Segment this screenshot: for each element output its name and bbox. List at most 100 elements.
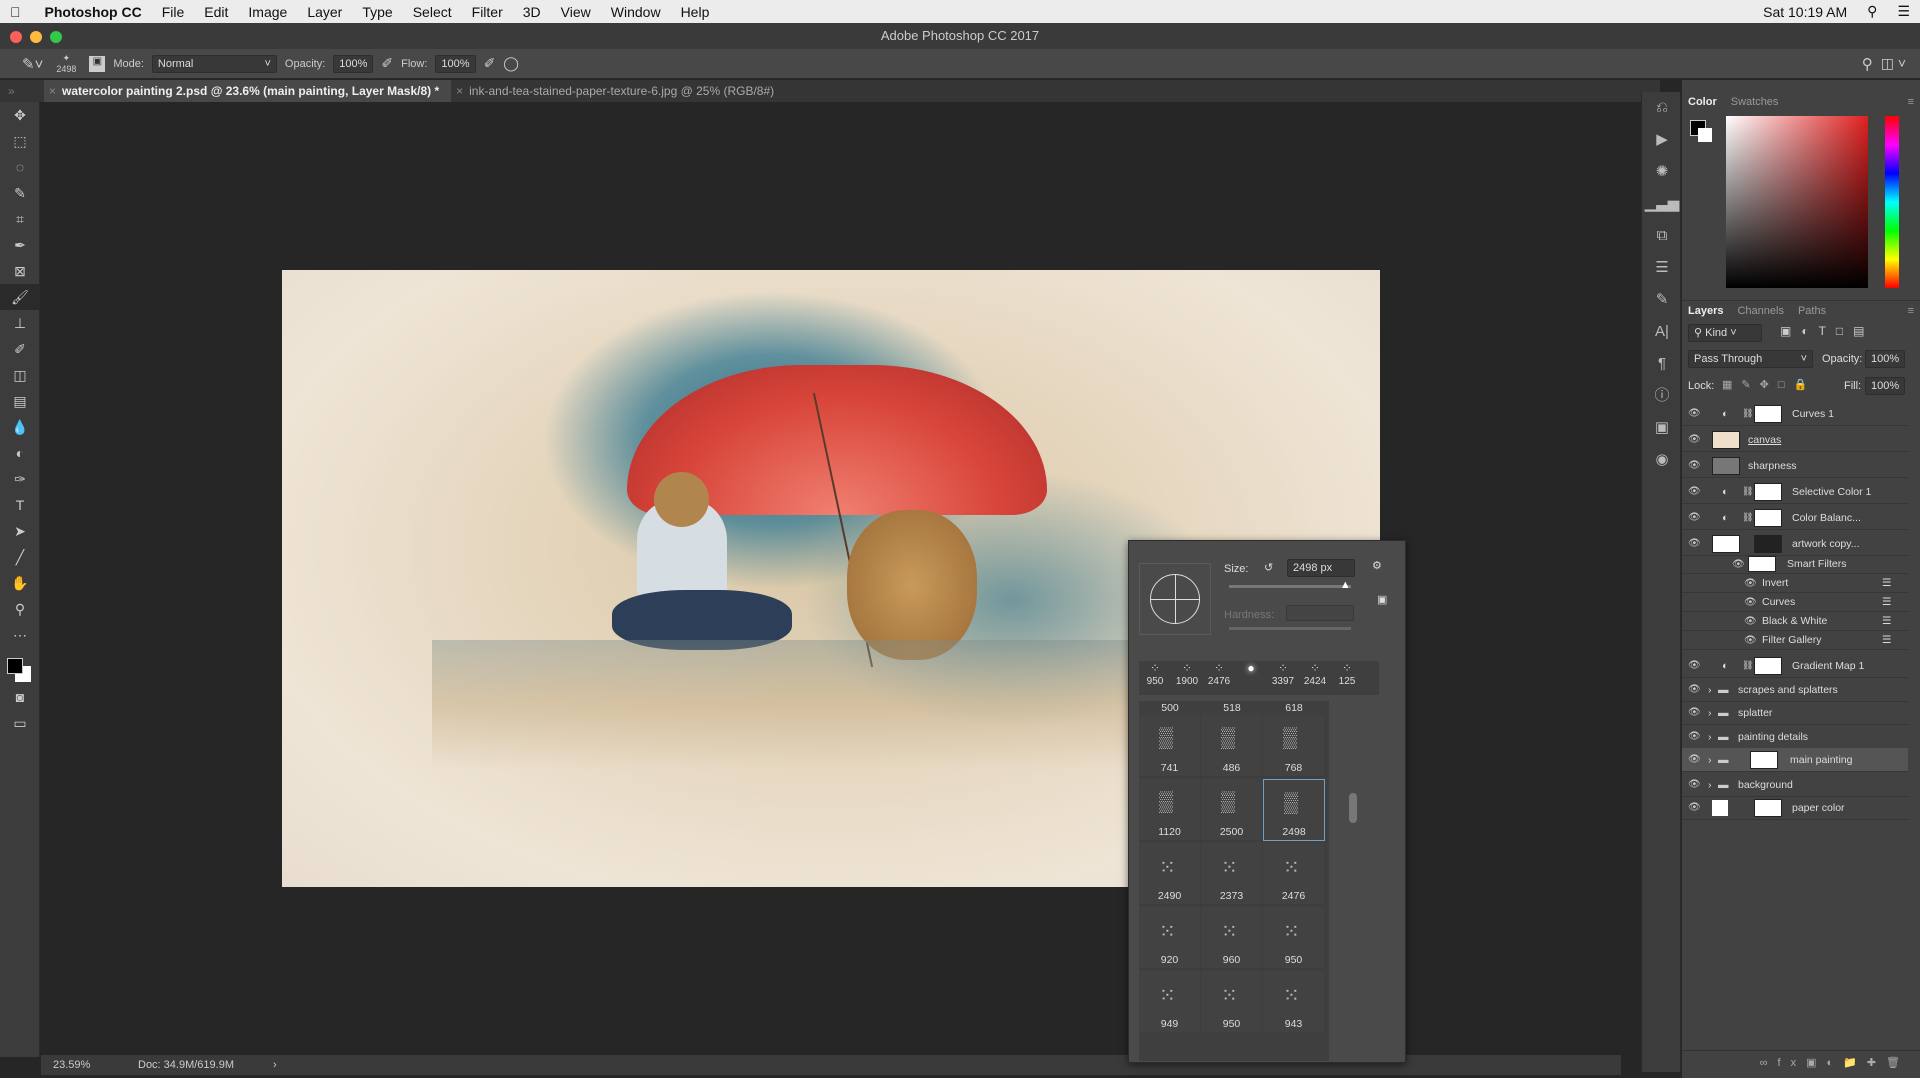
zoom-level[interactable]: 23.59%	[53, 1055, 90, 1075]
brush-preset[interactable]: ⁙ 943	[1263, 971, 1325, 1033]
brush-preset[interactable]: ⁙ 2490	[1139, 843, 1201, 905]
document-tab[interactable]: × ink-and-tea-stained-paper-texture-6.jpg…	[451, 80, 786, 102]
expand-chevron-icon[interactable]: ›	[1708, 731, 1712, 743]
recent-brush[interactable]: ●	[1235, 661, 1267, 695]
crop-tool-icon[interactable]: ⌗	[0, 206, 40, 232]
visibility-eye-icon[interactable]: 👁	[1688, 731, 1702, 742]
brush-preset[interactable]: ▒ 741	[1139, 715, 1201, 777]
brush-preset[interactable]: ⁙ 949	[1139, 971, 1201, 1033]
new-preset-icon[interactable]: ▣	[1377, 593, 1387, 606]
size-input[interactable]: 2498 px	[1287, 559, 1355, 577]
layer-row[interactable]: 👁 canvas	[1682, 428, 1908, 452]
recent-brush[interactable]: ⁘ 125	[1331, 661, 1363, 695]
search-icon[interactable]: ⚲	[1862, 55, 1873, 73]
color-fill-swatch[interactable]	[1712, 800, 1728, 816]
layer-row[interactable]: 👁 artwork copy...	[1682, 532, 1908, 556]
layer-row[interactable]: 👁 ☰ Curves	[1682, 593, 1908, 612]
visibility-eye-icon[interactable]: 👁	[1688, 512, 1702, 523]
layers-tab-layers[interactable]: Layers	[1688, 301, 1723, 320]
history-icon[interactable]: ⎌	[1642, 92, 1682, 124]
layer-row[interactable]: 👁 ☰ Invert	[1682, 574, 1908, 593]
layer-mask-thumbnail[interactable]	[1754, 483, 1782, 501]
layer-row[interactable]: 👁 ◐ ⛓ Color Balanc...	[1682, 506, 1908, 530]
panel-menu-icon[interactable]: ≡	[1908, 301, 1914, 320]
filter-mask-thumbnail[interactable]	[1748, 556, 1776, 572]
close-window-button[interactable]	[10, 31, 22, 43]
visibility-eye-icon[interactable]: 👁	[1744, 635, 1758, 646]
color-tab-swatches[interactable]: Swatches	[1731, 92, 1779, 112]
filter-options-icon[interactable]: ☰	[1882, 634, 1891, 646]
menu-select[interactable]: Select	[403, 4, 462, 20]
layer-row[interactable]: 👁 › ▬ painting details	[1682, 725, 1908, 749]
filter-options-icon[interactable]: ☰	[1882, 596, 1891, 608]
brush-preset[interactable]: ▒ 2498	[1263, 779, 1325, 841]
layer-actions-bar[interactable]: ∞fx▣◐📁✚🗑	[1682, 1050, 1920, 1074]
visibility-eye-icon[interactable]: 👁	[1688, 460, 1702, 471]
layer-mask-thumbnail[interactable]	[1754, 799, 1782, 817]
recent-brush[interactable]: ⁘ 3397	[1267, 661, 1299, 695]
menu-image[interactable]: Image	[238, 4, 297, 20]
blend-mode-select[interactable]: Pass Through ˅	[1688, 350, 1813, 368]
type-tool-icon[interactable]: T	[0, 492, 40, 518]
brush-grid-scrollbar[interactable]	[1349, 793, 1357, 823]
brush-angle-preview[interactable]	[1139, 563, 1211, 635]
visibility-eye-icon[interactable]: 👁	[1688, 408, 1702, 419]
visibility-eye-icon[interactable]: 👁	[1688, 754, 1702, 765]
hue-slider[interactable]	[1885, 116, 1899, 288]
app-menu[interactable]: Photoshop CC	[31, 4, 152, 20]
layer-row[interactable]: 👁 › ▬ scrapes and splatters	[1682, 678, 1908, 702]
brush-preset[interactable]: ⁙ 2476	[1263, 843, 1325, 905]
layer-thumbnail[interactable]	[1712, 457, 1740, 475]
menu-3d[interactable]: 3D	[513, 4, 551, 20]
layer-row[interactable]: 👁 › ▬ splatter	[1682, 701, 1908, 725]
opacity-input[interactable]: 100%	[333, 54, 374, 73]
layer-mask-thumbnail[interactable]	[1754, 509, 1782, 527]
eraser-tool-icon[interactable]: ◫	[0, 362, 40, 388]
layer-thumbnail[interactable]	[1712, 431, 1740, 449]
gear-icon[interactable]: ⚙	[1372, 559, 1382, 572]
expand-chevron-icon[interactable]: ›	[1708, 779, 1712, 791]
brush-preset[interactable]: ▒ 768	[1263, 715, 1325, 777]
smart-filter-mask-thumbnail[interactable]	[1754, 535, 1782, 553]
size-slider[interactable]: ▲	[1229, 579, 1351, 591]
close-tab-icon[interactable]: ×	[49, 80, 56, 102]
menu-layer[interactable]: Layer	[297, 4, 352, 20]
lasso-tool-icon[interactable]: ◌	[0, 154, 40, 180]
background-color-swatch[interactable]	[1698, 128, 1712, 142]
visibility-eye-icon[interactable]: 👁	[1688, 434, 1702, 445]
opacity-pressure-icon[interactable]: ✐	[381, 55, 393, 72]
properties-icon[interactable]: ☰	[1642, 252, 1682, 284]
expand-chevron-icon[interactable]: ›	[1708, 684, 1712, 696]
marquee-tool-icon[interactable]: ⬚	[0, 128, 40, 154]
brush-preset-picker[interactable]: ✦ 2498	[51, 53, 81, 74]
visibility-eye-icon[interactable]: 👁	[1688, 779, 1702, 790]
menu-help[interactable]: Help	[671, 4, 720, 20]
brush-tool-preset-icon[interactable]: ✎˅	[22, 55, 43, 73]
visibility-eye-icon[interactable]: 👁	[1688, 660, 1702, 671]
recent-brush[interactable]: ⁘ 950	[1139, 661, 1171, 695]
move-tool-icon[interactable]: ✥	[0, 102, 40, 128]
panel-collapse-icon[interactable]: »	[0, 80, 44, 102]
brush-panel-toggle-icon[interactable]: ▣	[89, 55, 106, 72]
expand-chevron-icon[interactable]: ›	[1708, 707, 1712, 719]
filter-kind-select[interactable]: ⚲ Kind ˅	[1688, 324, 1762, 342]
layers-tab-channels[interactable]: Channels	[1737, 301, 1783, 320]
foreground-background-swatch[interactable]	[7, 658, 33, 684]
zoom-window-button[interactable]	[50, 31, 62, 43]
minimize-window-button[interactable]	[30, 31, 42, 43]
brush-tool-icon[interactable]: 🖌	[0, 284, 40, 310]
layer-row[interactable]: 👁 paper color	[1682, 796, 1908, 820]
mode-select[interactable]: Normal ˅	[151, 54, 277, 73]
quick-select-tool-icon[interactable]: ✎	[0, 180, 40, 206]
link-icon[interactable]: ⛓	[1742, 512, 1753, 523]
clone-source-icon[interactable]: ⧉	[1642, 220, 1682, 252]
fill-input[interactable]: 100%	[1865, 377, 1906, 395]
brush-preset[interactable]: ⁙ 960	[1201, 907, 1263, 969]
menu-window[interactable]: Window	[601, 4, 671, 20]
brush-preset[interactable]: ▒ 1120	[1139, 779, 1201, 841]
apple-icon[interactable]: 	[0, 4, 31, 20]
color-field[interactable]	[1726, 116, 1868, 288]
layer-row[interactable]: 👁 ◐ ⛓ Curves 1	[1682, 402, 1908, 426]
notification-icon[interactable]: ☰	[1887, 3, 1920, 20]
brush-settings-icon[interactable]: ✎	[1642, 284, 1682, 316]
